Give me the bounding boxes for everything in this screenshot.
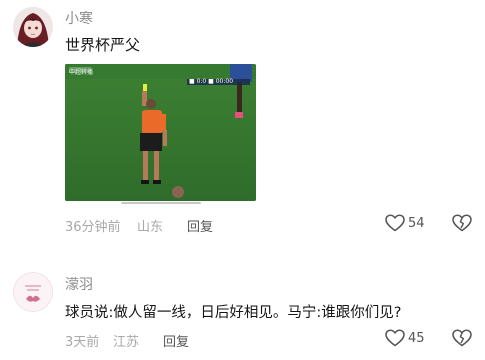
reply-button[interactable]: 回复	[163, 331, 189, 350]
broken-heart-icon[interactable]	[452, 214, 472, 232]
comment-image[interactable]: 中超转播 ■ 0:0 ■ 00:00	[65, 64, 256, 201]
comment-time: 3天前	[65, 335, 100, 350]
avatar[interactable]	[13, 7, 53, 47]
like-count: 54	[408, 216, 425, 231]
heart-icon[interactable]	[385, 214, 405, 232]
avatar[interactable]	[13, 272, 53, 312]
reply-button[interactable]: 回复	[187, 216, 213, 235]
comment-username[interactable]: 小寒	[65, 8, 93, 28]
comment-username[interactable]: 濛羽	[65, 274, 93, 294]
broadcast-logo: 中超转播	[69, 69, 94, 76]
like-count: 45	[408, 331, 425, 346]
comment-location: 山东	[137, 220, 164, 235]
comment-text: 世界杯严父	[65, 36, 141, 54]
comment-location: 江苏	[113, 335, 140, 350]
heart-icon[interactable]	[385, 329, 405, 347]
scoreboard: ■ 0:0 ■ 00:00	[189, 78, 234, 85]
comment-text: 球员说:做人留一线，日后好相见。马宁:谁跟你们见?	[65, 305, 402, 321]
image-scroll-indicator	[121, 202, 201, 204]
comment-time: 36分钟前	[65, 220, 121, 235]
broken-heart-icon[interactable]	[452, 329, 472, 347]
